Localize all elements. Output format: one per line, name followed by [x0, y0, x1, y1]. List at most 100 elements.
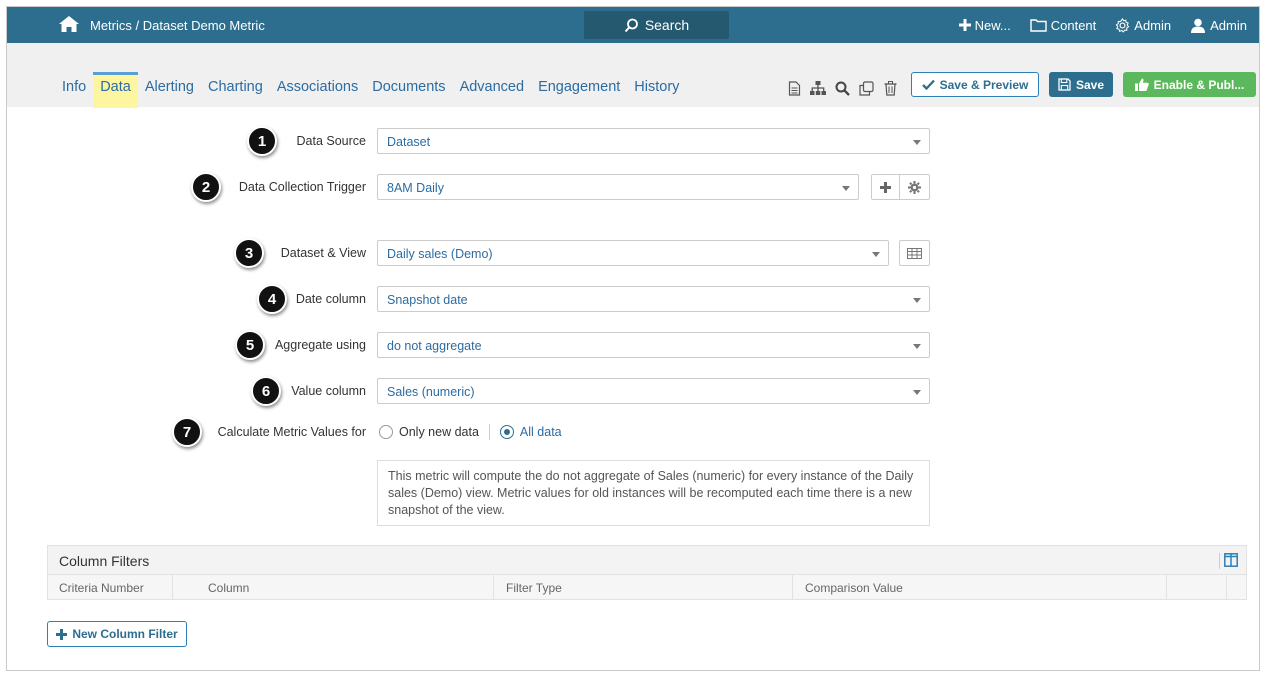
- magnifier-icon[interactable]: [834, 80, 850, 96]
- chevron-down-icon: [913, 298, 921, 303]
- chevron-down-icon: [913, 344, 921, 349]
- tab-info[interactable]: Info: [55, 72, 93, 108]
- aggregate-row: 5 Aggregate using do not aggregate: [7, 330, 1259, 360]
- new-menu[interactable]: New...: [958, 17, 1011, 33]
- home-icon[interactable]: [58, 15, 80, 33]
- tab-documents[interactable]: Documents: [365, 72, 452, 108]
- enable-publish-button[interactable]: Enable & Publ...: [1123, 72, 1256, 97]
- tab-data[interactable]: Data: [93, 72, 138, 108]
- column-header-criteria-number[interactable]: Criteria Number: [59, 581, 144, 595]
- add-trigger-button[interactable]: [871, 174, 900, 200]
- value-column-label: Value column: [291, 384, 366, 398]
- thumbs-up-icon: [1134, 78, 1149, 91]
- calculate-row: 7 Calculate Metric Values for: [7, 417, 1259, 447]
- new-column-filter-button[interactable]: New Column Filter: [47, 621, 187, 647]
- plus-icon: [880, 181, 891, 193]
- date-column-select[interactable]: Snapshot date: [377, 286, 930, 312]
- step-badge-4: 4: [257, 284, 287, 314]
- save-preview-button[interactable]: Save & Preview: [911, 72, 1039, 97]
- radio-only-new-data[interactable]: [379, 425, 393, 439]
- value-column-value: Sales (numeric): [387, 385, 475, 399]
- tab-list: Info Data Alerting Charting Associations…: [55, 72, 686, 108]
- hierarchy-icon[interactable]: [810, 80, 826, 96]
- tab-engagement[interactable]: Engagement: [531, 72, 627, 108]
- step-badge-1: 1: [247, 126, 277, 156]
- column-filters-panel: Column Filters Criteria Number Column Fi…: [47, 545, 1247, 600]
- column-divider: [493, 575, 494, 599]
- save-button[interactable]: Save: [1049, 72, 1113, 97]
- header-divider: [1219, 553, 1220, 569]
- content-menu[interactable]: Content: [1030, 17, 1097, 33]
- user-icon: [1191, 18, 1206, 33]
- chevron-down-icon: [842, 186, 850, 191]
- user-menu-label: Admin: [1210, 17, 1247, 33]
- user-menu[interactable]: Admin: [1190, 18, 1247, 33]
- data-source-value: Dataset: [387, 135, 431, 149]
- step-badge-6: 6: [251, 376, 281, 406]
- admin-settings-label: Admin: [1134, 17, 1172, 33]
- gear-icon: [1115, 17, 1130, 33]
- radio-all-data[interactable]: [499, 425, 514, 439]
- trigger-select[interactable]: 8AM Daily: [377, 174, 859, 200]
- top-navbar: Metrics / Dataset Demo Metric Search New…: [7, 7, 1259, 43]
- tab-associations[interactable]: Associations: [270, 72, 365, 108]
- data-source-select[interactable]: Dataset: [377, 128, 930, 154]
- date-column-label: Date column: [295, 292, 366, 306]
- column-filters-header: Column Filters: [47, 545, 1247, 575]
- breadcrumb-root[interactable]: Metrics: [90, 18, 132, 33]
- tab-charting[interactable]: Charting: [201, 72, 270, 108]
- dataset-view-select[interactable]: Daily sales (Demo): [377, 240, 889, 266]
- column-filters-table-header: Criteria Number Column Filter Type Compa…: [47, 575, 1247, 600]
- tab-alerting[interactable]: Alerting: [138, 72, 201, 108]
- search-label: Search: [644, 17, 690, 33]
- admin-settings-menu[interactable]: Admin: [1115, 18, 1171, 33]
- gear-icon: [908, 180, 921, 194]
- column-divider: [172, 575, 173, 599]
- search-button[interactable]: Search: [584, 11, 729, 39]
- calculate-label: Calculate Metric Values for: [217, 425, 366, 439]
- dataset-view-label: Dataset & View: [280, 246, 366, 260]
- tab-history[interactable]: History: [627, 72, 686, 108]
- radio-only-new-label: Only new data: [399, 425, 479, 439]
- trash-icon[interactable]: [882, 80, 898, 96]
- column-divider: [1226, 575, 1227, 599]
- trigger-row: 2 Data Collection Trigger 8AM Daily: [7, 172, 1259, 202]
- chevron-down-icon: [872, 252, 880, 257]
- folder-icon: [1030, 19, 1047, 32]
- chevron-down-icon: [913, 390, 921, 395]
- column-header-comparison-value[interactable]: Comparison Value: [805, 581, 903, 595]
- data-source-row: 1 Data Source Dataset: [7, 126, 1259, 156]
- column-header-column[interactable]: Column: [208, 581, 249, 595]
- content-menu-label: Content: [1050, 17, 1097, 33]
- save-preview-label: Save & Preview: [939, 77, 1029, 92]
- column-header-filter-type[interactable]: Filter Type: [506, 581, 562, 595]
- aggregate-select[interactable]: do not aggregate: [377, 332, 930, 358]
- breadcrumb-current: Dataset Demo Metric: [142, 18, 265, 33]
- radio-all-label: All data: [519, 425, 562, 439]
- columns-icon[interactable]: [1224, 553, 1238, 567]
- copy-icon[interactable]: [858, 80, 874, 96]
- search-icon: [624, 18, 638, 32]
- chevron-down-icon: [913, 140, 921, 145]
- document-icon[interactable]: [786, 80, 802, 96]
- view-table-button[interactable]: [899, 240, 930, 266]
- trigger-label: Data Collection Trigger: [238, 180, 366, 194]
- tab-advanced[interactable]: Advanced: [453, 72, 532, 108]
- date-column-value: Snapshot date: [387, 293, 468, 307]
- breadcrumb: Metrics / Dataset Demo Metric: [90, 18, 265, 33]
- value-column-select[interactable]: Sales (numeric): [377, 378, 930, 404]
- column-divider: [1166, 575, 1167, 599]
- plus-icon: [958, 19, 971, 31]
- step-badge-3: 3: [234, 238, 264, 268]
- metric-description: This metric will compute the do not aggr…: [377, 460, 930, 526]
- check-icon: [921, 79, 935, 90]
- step-badge-5: 5: [235, 330, 265, 360]
- new-menu-label: New...: [974, 17, 1011, 33]
- app-window: Metrics / Dataset Demo Metric Search New…: [6, 6, 1260, 671]
- floppy-icon: [1058, 78, 1071, 91]
- trigger-settings-button[interactable]: [899, 174, 930, 200]
- step-badge-7: 7: [172, 417, 202, 447]
- radio-divider: [488, 424, 490, 440]
- top-links: New... Content Admin Admin: [958, 7, 1247, 43]
- value-column-row: 6 Value column Sales (numeric): [7, 376, 1259, 406]
